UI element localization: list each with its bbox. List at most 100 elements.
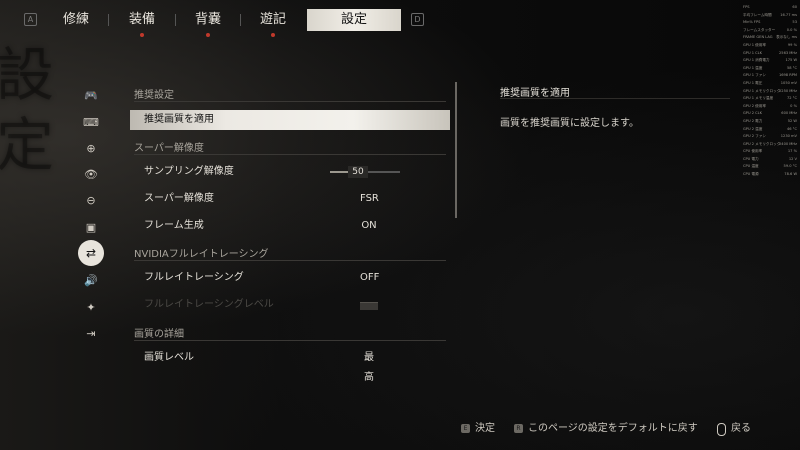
section-divider [134,340,446,341]
setting-apply-recommended[interactable]: 推奨画質を適用 [130,110,450,130]
perf-row: GPU 2 メモリクロック 2400 MHz [743,141,797,149]
setting-label: フルレイトレーシングレベル [144,299,274,310]
settings-scrollbar[interactable] [455,82,457,218]
section-title-quality-detail: 画質の詳細 [134,329,184,340]
description-divider [500,98,730,99]
tab-training[interactable]: 修練 [58,9,94,31]
perf-row: GPU 1 温度 58 °C [743,65,797,73]
tab-divider [108,14,109,26]
section-divider [134,154,446,155]
perf-row: GPU 1 CLK 2563 MHz [743,50,797,58]
reset-key-icon: R [514,424,523,433]
confirm-key-icon: E [461,424,470,433]
exit-icon[interactable]: ⇥ [80,322,102,344]
setting-value: OFF [360,272,380,283]
perf-row: GPU 2 使用率 0 % [743,103,797,111]
perf-value: 53 [792,20,797,25]
perf-value: 72 °C [786,96,797,101]
top-nav: A 修練 装備 背嚢 遊記 設定 D [0,9,440,37]
perf-label: GPU 2 ファン [743,134,766,139]
perf-label: 平均フレーム時間 [743,12,772,17]
keyboard-icon[interactable]: ⌨ [80,111,102,133]
setting-quality-level[interactable]: 画質レベル 最高 [130,348,450,383]
setting-label: 推奨画質を適用 [144,114,214,125]
tab-label: 背嚢 [194,12,221,27]
section-title-ray-tracing: NVIDIAフルレイトレーシング [134,249,269,260]
description-title: 推奨画質を適用 [500,88,570,99]
setting-frame-generation[interactable]: フレーム生成 ON [130,216,450,236]
perf-value: 58 °C [786,65,797,70]
mouse-icon [717,423,726,436]
tab-backpack[interactable]: 背嚢 [190,9,226,37]
setting-sampling-resolution[interactable]: サンプリング解像度 50 [130,162,450,182]
perf-row: 平均フレーム時間 16.77 ms [743,12,797,20]
next-tab-key-hint: D [411,13,424,26]
graphics-icon[interactable]: ⇄ [78,240,104,266]
setting-value: ON [361,220,377,231]
tab-label: 修練 [62,12,89,27]
setting-full-ray-tracing[interactable]: フルレイトレーシング OFF [130,268,450,288]
section-divider [134,260,446,261]
perf-row: FPS 60 [743,4,797,12]
perf-value: 78.6 W [784,172,797,177]
tab-label: 遊記 [259,12,286,27]
perf-label: GPU 1 ファン [743,73,766,78]
perf-label: GPU 2 メモリクロック [743,141,781,146]
perf-row: GPU 1 消費電力 175 W [743,57,797,65]
section-divider [134,101,446,102]
display-icon[interactable]: ▣ [80,216,102,238]
perf-row: FRAME GEN LAG 表示なし ms [743,34,797,42]
perf-row: GPU 2 温度 46 °C [743,126,797,134]
perf-label: GPU 1 メモリクロック [743,88,781,93]
perf-label: FRAME GEN LAG [743,35,773,40]
perf-label: フレームスタッター [743,27,776,32]
setting-label: フルレイトレーシング [144,272,244,283]
zoom-icon[interactable]: ⊖ [80,189,102,211]
perf-value: 2563 MHz [779,50,797,55]
reset-defaults-button[interactable]: このページの設定をデフォルトに戻す [528,421,698,437]
perf-label: GPU 1 温度 [743,65,763,70]
perf-row: CPU 電力 12 V [743,156,797,164]
perf-value: 表示なし ms [776,35,797,40]
back-button[interactable]: 戻る [731,421,751,437]
perf-label: CPU 電源 [743,172,759,177]
perf-value: 0 % [790,103,797,108]
setting-label: フレーム生成 [144,220,204,231]
perf-value: 52 W [787,118,797,123]
perf-row: GPU 1 使用率 99 % [743,42,797,50]
perf-label: FPS [743,5,750,9]
perf-row: GPU 1 電圧 1050 mV [743,80,797,88]
tab-equipment[interactable]: 装備 [124,9,160,37]
crosshair-icon[interactable]: ⊕ [80,137,102,159]
perf-label: GPU 1 電圧 [743,80,763,85]
perf-value: 17 % [787,149,797,154]
tab-settings[interactable]: 設定 [307,9,401,31]
perf-row: GPU 2 電力 52 W [743,118,797,126]
tab-divider [240,14,241,26]
eye-icon[interactable]: 👁 [80,163,102,185]
background-calligraphy: 設定 [0,41,55,179]
perf-row: CPU 使用率 17 % [743,148,797,156]
notification-dot [206,33,210,37]
setting-super-resolution[interactable]: スーパー解像度 FSR [130,189,450,209]
perf-value: 59.0 °C [783,164,797,169]
tab-label: 装備 [128,12,155,27]
perf-value: 2250 MHz [779,88,797,93]
audio-icon[interactable]: 🔊 [80,269,102,291]
slider-value: 50 [348,166,368,178]
prev-tab-key-hint: A [24,13,37,26]
gamepad-icon[interactable]: 🎮 [80,84,102,106]
notification-dot [271,33,275,37]
confirm-button[interactable]: 決定 [475,421,495,437]
setting-label: 画質レベル [144,352,194,363]
perf-row: GPU 2 ファン 1230 mV [743,133,797,141]
perf-label: GPU 2 CLK [743,111,763,116]
perf-label: CPU 電力 [743,156,759,161]
perf-value: 1230 mV [780,134,797,139]
disabled-value-box [360,302,378,310]
perf-value: 16.77 ms [780,12,797,17]
tab-journal[interactable]: 遊記 [255,9,291,37]
perf-value: 0.0 % [786,27,797,32]
perf-label: Min% FPS [743,20,761,25]
accessibility-icon[interactable]: ✦ [80,296,102,318]
